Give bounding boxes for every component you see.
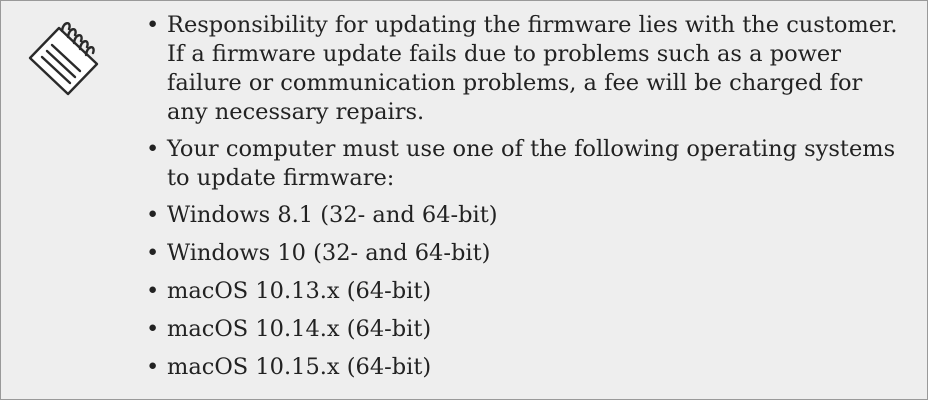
os-item: Windows 10 (32- and 64-bit): [146, 239, 906, 268]
firmware-responsibility-text: Responsibility for updating the firmware…: [167, 12, 898, 125]
os-item: Windows 8.1 (32- and 64-bit): [146, 201, 906, 230]
note-list: Responsibility for updating the firmware…: [146, 11, 906, 382]
os-list: Windows 8.1 (32- and 64-bit) Windows 10 …: [146, 201, 906, 382]
note-content: Responsibility for updating the firmware…: [146, 11, 906, 382]
os-requirement-text: Your computer must use one of the follow…: [167, 136, 896, 191]
list-item: Responsibility for updating the firmware…: [146, 11, 906, 127]
list-item: Your computer must use one of the follow…: [146, 135, 906, 382]
os-item: macOS 10.15.x (64-bit): [146, 353, 906, 382]
notepad-icon: [28, 22, 99, 96]
os-item: macOS 10.13.x (64-bit): [146, 277, 906, 306]
os-item: macOS 10.14.x (64-bit): [146, 315, 906, 344]
note-box: Responsibility for updating the firmware…: [0, 0, 928, 400]
